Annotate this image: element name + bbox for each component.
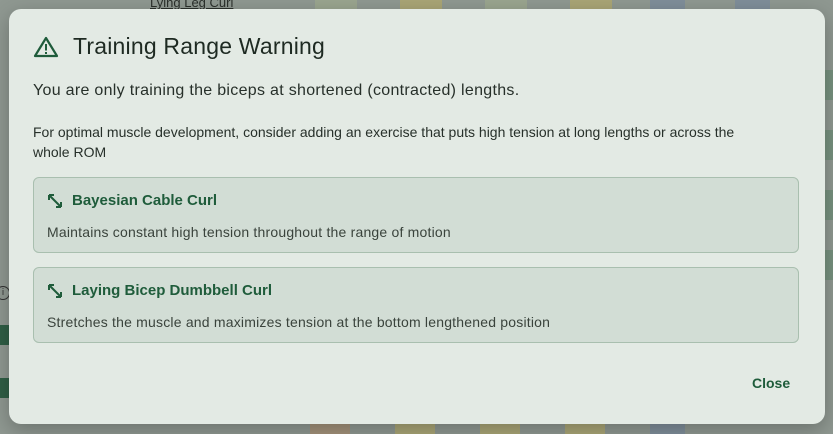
expand-diagonal-icon bbox=[47, 193, 63, 209]
warning-icon bbox=[33, 35, 59, 59]
suggestion-card-header: Bayesian Cable Curl bbox=[47, 192, 217, 209]
warning-message: You are only training the biceps at shor… bbox=[33, 82, 520, 99]
advice-text: For optimal muscle development, consider… bbox=[33, 124, 735, 160]
background-side-bar bbox=[825, 250, 833, 280]
suggestion-card[interactable]: Bayesian Cable Curl Maintains constant h… bbox=[33, 177, 799, 253]
background-side-bar bbox=[825, 190, 833, 220]
expand-diagonal-icon bbox=[47, 283, 63, 299]
background-color-strip bbox=[310, 424, 350, 434]
background-color-strip bbox=[565, 424, 605, 434]
suggestion-description: Maintains constant high tension througho… bbox=[47, 224, 451, 240]
dialog-title: Training Range Warning bbox=[73, 33, 325, 59]
background-color-strip bbox=[395, 424, 435, 434]
suggestion-title: Laying Bicep Dumbbell Curl bbox=[72, 282, 273, 299]
suggestion-card-header: Laying Bicep Dumbbell Curl bbox=[47, 282, 272, 299]
background-color-strip bbox=[480, 424, 520, 434]
suggestion-title: Bayesian Cable Curl bbox=[72, 192, 218, 209]
training-range-warning-dialog: Training Range Warning You are only trai… bbox=[9, 9, 825, 424]
background-color-strip bbox=[650, 424, 685, 434]
suggestion-card[interactable]: Laying Bicep Dumbbell Curl Stretches the… bbox=[33, 267, 799, 343]
close-button[interactable]: Close bbox=[742, 371, 800, 395]
background-side-bar bbox=[825, 70, 833, 100]
dialog-header: Training Range Warning bbox=[33, 33, 325, 60]
background-side-bar bbox=[825, 130, 833, 160]
suggestion-description: Stretches the muscle and maximizes tensi… bbox=[47, 314, 551, 330]
